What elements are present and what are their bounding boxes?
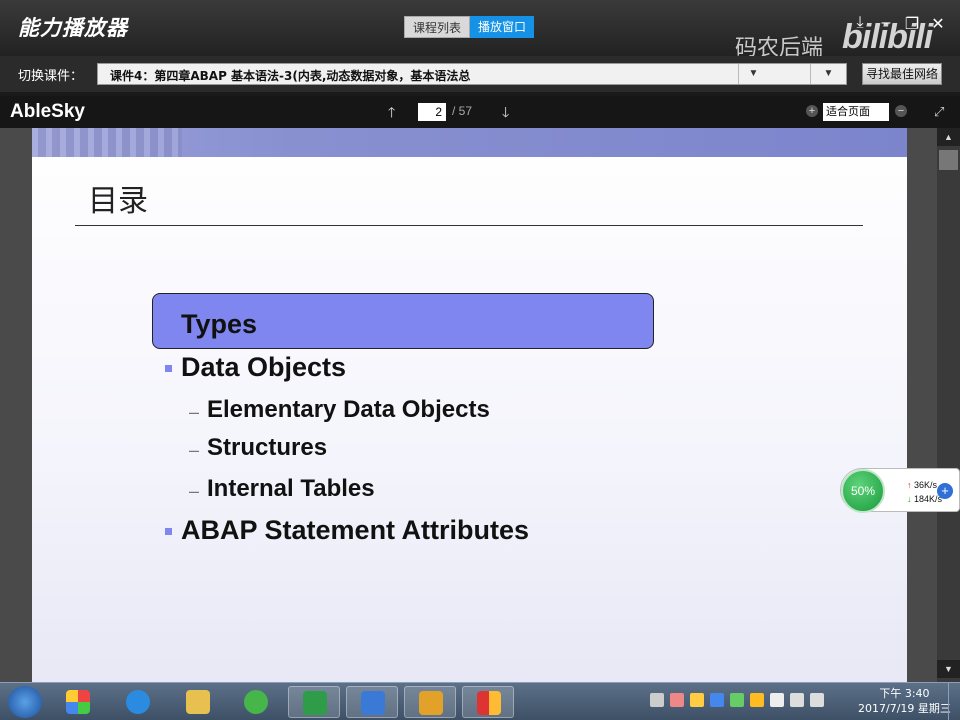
- list-item: Structures: [207, 434, 328, 461]
- add-icon[interactable]: +: [937, 483, 953, 499]
- zoom-in-icon[interactable]: +: [806, 105, 818, 117]
- tray-app-icon[interactable]: [770, 693, 784, 707]
- app-icon: [66, 690, 90, 714]
- network-speed-widget[interactable]: 50% ↑ 36K/s ↓ 184K/s +: [840, 468, 960, 513]
- network-icon[interactable]: [790, 693, 804, 707]
- chevron-down-icon[interactable]: ▼: [738, 64, 768, 84]
- tab-course-list[interactable]: 课程列表: [404, 16, 470, 38]
- highlight-item: Types: [181, 309, 258, 339]
- list-item: Data Objects: [181, 352, 347, 382]
- show-desktop-button[interactable]: [948, 683, 960, 720]
- zoom-mode-select[interactable]: 适合页面: [823, 103, 889, 121]
- course-switch-label: 切换课件：: [18, 69, 84, 84]
- scroll-down-icon[interactable]: ▼: [937, 660, 960, 678]
- dash-bullet-icon: –: [189, 402, 200, 422]
- clock-time: 下午 3:40: [879, 687, 930, 700]
- course-select[interactable]: 课件4：第四章ABAP 基本语法-3(内表,动态数据对象，基本语法总 ▼ ▼: [97, 63, 847, 85]
- taskbar-explorer[interactable]: [172, 686, 224, 718]
- player-icon: [477, 691, 501, 715]
- list-item: Elementary Data Objects: [207, 396, 490, 423]
- taskbar-player[interactable]: [462, 686, 514, 718]
- dash-bullet-icon: –: [189, 440, 200, 460]
- slide-page: 目录 Types Data Objects – Elementary Data …: [32, 128, 907, 682]
- close-icon[interactable]: ✕: [930, 14, 946, 34]
- app-icon: [361, 691, 385, 715]
- slide-header-band: [32, 128, 907, 157]
- slide-title: 目录: [88, 184, 148, 219]
- taskbar-browser[interactable]: [112, 686, 164, 718]
- page-up-icon[interactable]: 🡑: [388, 102, 395, 126]
- arrow-down-icon: ↓: [907, 494, 912, 504]
- taskbar-app[interactable]: [52, 686, 104, 718]
- download-speed: ↓ 184K/s: [907, 494, 942, 504]
- bullet-icon: [165, 365, 172, 372]
- vertical-scrollbar[interactable]: ▲ ▼: [937, 128, 960, 682]
- tray-app-icon[interactable]: [750, 693, 764, 707]
- start-button[interactable]: [8, 686, 42, 718]
- dash-bullet-icon: –: [189, 481, 200, 501]
- tray-app-icon[interactable]: [690, 693, 704, 707]
- taskbar-app[interactable]: [230, 686, 282, 718]
- keyboard-icon[interactable]: [650, 693, 664, 707]
- download-icon[interactable]: ⤓: [852, 14, 868, 34]
- app-window: 能力播放器 课程列表 播放窗口 码农后端 bilibili ⤓ – ❐ ✕ 切换…: [0, 0, 960, 720]
- clock-date: 2017/7/19 星期三: [858, 702, 951, 715]
- chevron-down-icon[interactable]: ▼: [810, 64, 846, 84]
- minimize-icon[interactable]: –: [878, 14, 894, 34]
- app-icon: [419, 691, 443, 715]
- folder-icon: [186, 690, 210, 714]
- tray-app-icon[interactable]: [710, 693, 724, 707]
- app-icon: [303, 691, 327, 715]
- title-bar: 能力播放器 课程列表 播放窗口 码农后端 bilibili ⤓ – ❐ ✕: [0, 0, 960, 61]
- scroll-up-icon[interactable]: ▲: [937, 128, 960, 146]
- tray-app-icon[interactable]: [670, 693, 684, 707]
- restore-icon[interactable]: ❐: [904, 14, 920, 34]
- system-tray: [650, 693, 824, 707]
- zoom-out-icon[interactable]: −: [895, 105, 907, 117]
- find-best-network-button[interactable]: 寻找最佳网络: [862, 63, 942, 85]
- refresh-app-icon: [244, 690, 268, 714]
- title-divider: [75, 225, 863, 226]
- window-controls: ⤓ – ❐ ✕: [852, 14, 946, 34]
- ablesky-logo: AbleSky: [10, 101, 85, 122]
- view-tabs: 课程列表 播放窗口: [404, 16, 534, 38]
- arrow-up-icon: ↑: [907, 480, 912, 490]
- list-item: ABAP Statement Attributes: [181, 515, 530, 545]
- system-clock[interactable]: 下午 3:40 2017/7/19 星期三: [858, 686, 951, 716]
- course-select-value: 课件4：第四章ABAP 基本语法-3(内表,动态数据对象，基本语法总: [110, 69, 471, 83]
- tab-player-window[interactable]: 播放窗口: [470, 16, 534, 38]
- bullet-icon: [165, 528, 172, 535]
- taskbar-app[interactable]: [404, 686, 456, 718]
- app-logo: 能力播放器: [18, 16, 128, 40]
- page-down-icon[interactable]: 🡓: [502, 102, 509, 126]
- taskbar-app[interactable]: [346, 686, 398, 718]
- upload-speed: ↑ 36K/s: [907, 480, 937, 490]
- scroll-thumb[interactable]: [939, 150, 958, 170]
- page-number-input[interactable]: 2: [418, 103, 446, 121]
- course-switch-row: 切换课件： 课件4：第四章ABAP 基本语法-3(内表,动态数据对象，基本语法总…: [0, 56, 960, 92]
- taskbar-app[interactable]: [288, 686, 340, 718]
- taskbar: 下午 3:40 2017/7/19 星期三: [0, 682, 960, 720]
- page-total: / 57: [452, 104, 473, 118]
- ie-icon: [126, 690, 150, 714]
- document-viewport: 目录 Types Data Objects – Elementary Data …: [0, 128, 960, 682]
- document-toolbar: AbleSky 🡑 2 / 57 🡓 + 适合页面 − ⤢: [0, 96, 960, 128]
- list-item: Internal Tables: [207, 475, 375, 502]
- memory-gauge[interactable]: 50%: [841, 469, 885, 513]
- tray-app-icon[interactable]: [730, 693, 744, 707]
- fullscreen-icon[interactable]: ⤢: [934, 104, 944, 120]
- volume-icon[interactable]: [810, 693, 824, 707]
- upload-speed-value: 36K/s: [914, 480, 938, 490]
